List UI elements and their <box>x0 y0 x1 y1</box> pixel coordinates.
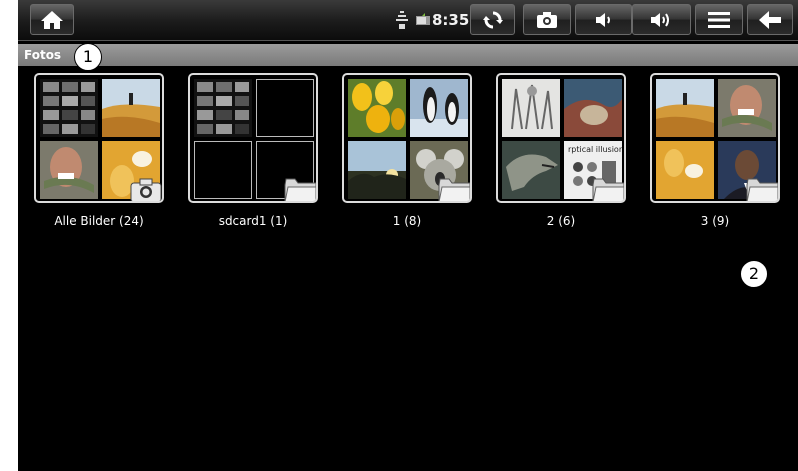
title-bar: Fotos <box>18 44 798 66</box>
thumbnail-snake-man <box>40 141 98 199</box>
camera-icon <box>537 11 557 28</box>
album-thumbnail-frame[interactable] <box>34 73 164 203</box>
callout-marker-1: 1 <box>74 43 102 71</box>
thumbnail-tulips <box>348 79 406 137</box>
callout-marker-2: 2 <box>740 260 768 288</box>
album-label: Alle Bilder (24) <box>54 214 144 228</box>
camera-button[interactable] <box>523 4 571 35</box>
back-button[interactable] <box>747 4 793 35</box>
screen: 8:35 Fotos 1 Alle Bilder (24) sdcard1 (1… <box>18 0 798 471</box>
optical-illusion-text: rptical illusion <box>568 145 622 154</box>
thumbnail-snake-man <box>718 79 776 137</box>
empty-thumbnail-slot <box>194 141 252 199</box>
refresh-button[interactable] <box>470 4 515 35</box>
album-label: 2 (6) <box>546 214 576 228</box>
album-thumbnail-frame[interactable] <box>342 73 472 203</box>
thumbnail-sketch <box>502 79 560 137</box>
folder-badge-icon <box>592 178 624 201</box>
empty-thumbnail-slot <box>256 79 314 137</box>
thumbnail-dinosaur <box>502 141 560 199</box>
thumbnail-painting <box>564 79 622 137</box>
album-thumbnail-frame[interactable] <box>188 73 318 203</box>
thumbnail-desert <box>656 79 714 137</box>
thumbnail-screenshot-grid <box>194 79 252 137</box>
volume-up-icon <box>650 12 669 27</box>
battery-icon <box>416 13 430 25</box>
refresh-icon <box>482 11 503 28</box>
volume-down-button[interactable] <box>575 4 632 35</box>
wifi-icon <box>396 11 408 29</box>
clock: 8:35 <box>432 11 470 29</box>
album-thumbnail-frame[interactable]: rptical illusion <box>496 73 626 203</box>
back-arrow-icon <box>759 10 781 29</box>
album-thumbnail-frame[interactable] <box>650 73 780 203</box>
thumbnail-screenshot-grid <box>40 79 98 137</box>
volume-down-icon <box>595 12 610 27</box>
volume-up-button[interactable] <box>632 4 691 35</box>
folder-badge-icon <box>284 178 316 201</box>
page-title: Fotos <box>24 48 62 62</box>
thumbnail-egg <box>656 141 714 199</box>
status-bar: 8:35 <box>18 0 798 41</box>
home-icon <box>41 10 63 29</box>
home-button[interactable] <box>30 4 74 35</box>
album-label: 1 (8) <box>392 214 422 228</box>
album-label: 3 (9) <box>700 214 730 228</box>
thumbnail-penguins <box>410 79 468 137</box>
folder-badge-icon <box>746 178 778 201</box>
album-label: sdcard1 (1) <box>218 214 288 228</box>
camera-badge-icon <box>130 178 162 201</box>
folder-badge-icon <box>438 178 470 201</box>
menu-button[interactable] <box>695 4 743 35</box>
menu-icon <box>708 11 730 28</box>
thumbnail-desert <box>102 79 160 137</box>
thumbnail-sunset <box>348 141 406 199</box>
